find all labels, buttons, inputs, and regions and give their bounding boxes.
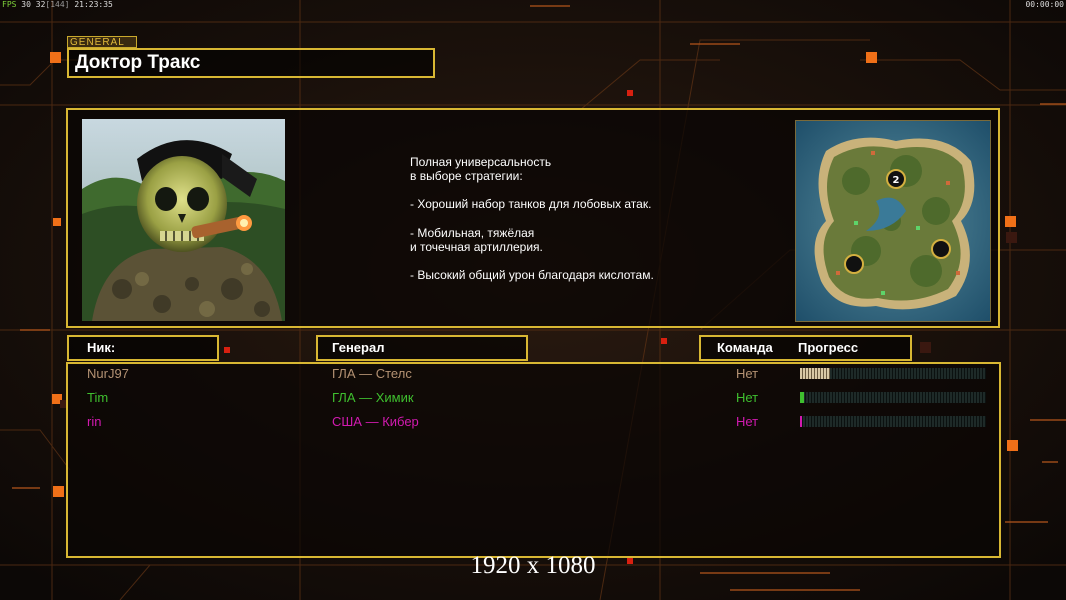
player-nick: Tim [87, 390, 109, 405]
player-row: NurJ97 ГЛА — Стелс Нет [68, 364, 999, 384]
map-preview[interactable]: 2 [795, 120, 991, 322]
progress-fill [800, 368, 830, 379]
description-line: - Мобильная, тяжёлая и точечная артиллер… [410, 225, 543, 254]
fps-value-c: [144] [45, 0, 70, 9]
player-progress-bar [800, 392, 986, 403]
general-name-title: Доктор Тракс [67, 48, 435, 78]
resolution-caption: 1920 x 1080 [470, 552, 596, 579]
fps-value-a: 30 [21, 0, 31, 9]
column-header-nick: Ник: [67, 335, 219, 361]
column-header-progress: Прогресс [798, 340, 859, 355]
player-row: Tim ГЛА — Химик Нет [68, 388, 999, 408]
column-header-team-progress: Команда Прогресс [699, 335, 912, 361]
column-header-team: Команда [717, 340, 773, 355]
player-general: США — Кибер [332, 414, 419, 429]
player-general: ГЛА — Химик [332, 390, 414, 405]
game-timer: 00:00:00 [1025, 0, 1064, 9]
general-portrait [82, 119, 285, 321]
description-line: - Высокий общий урон благодаря кислотам. [410, 268, 654, 283]
progress-fill [800, 416, 802, 427]
general-description: Полная универсальность в выборе стратеги… [410, 155, 750, 296]
description-line: - Хороший набор танков для лобовых атак. [410, 197, 652, 212]
player-team: Нет [736, 366, 759, 381]
player-row: rin США — Кибер Нет [68, 412, 999, 432]
player-team: Нет [736, 390, 759, 405]
player-team: Нет [736, 414, 759, 429]
column-header-general: Генерал [316, 335, 528, 361]
player-list: NurJ97 ГЛА — Стелс Нет Tim ГЛА — Химик Н… [66, 362, 1001, 558]
player-progress-bar [800, 368, 986, 379]
map-player-marker: 2 [893, 175, 900, 186]
progress-fill [800, 392, 804, 403]
general-info-panel: Полная универсальность в выборе стратеги… [66, 108, 1000, 328]
player-nick: NurJ97 [87, 366, 129, 381]
fps-value-b: 32 [35, 0, 46, 9]
fps-label: FPS [2, 0, 17, 9]
general-tag: GENERAL [67, 36, 137, 48]
fps-counter: FPS 30 32[144] 21:23:35 [2, 0, 113, 9]
player-general: ГЛА — Стелс [332, 366, 412, 381]
system-clock: 21:23:35 [74, 0, 113, 9]
player-progress-bar [800, 416, 986, 427]
player-nick: rin [87, 414, 102, 429]
description-line: Полная универсальность в выборе стратеги… [410, 155, 552, 184]
